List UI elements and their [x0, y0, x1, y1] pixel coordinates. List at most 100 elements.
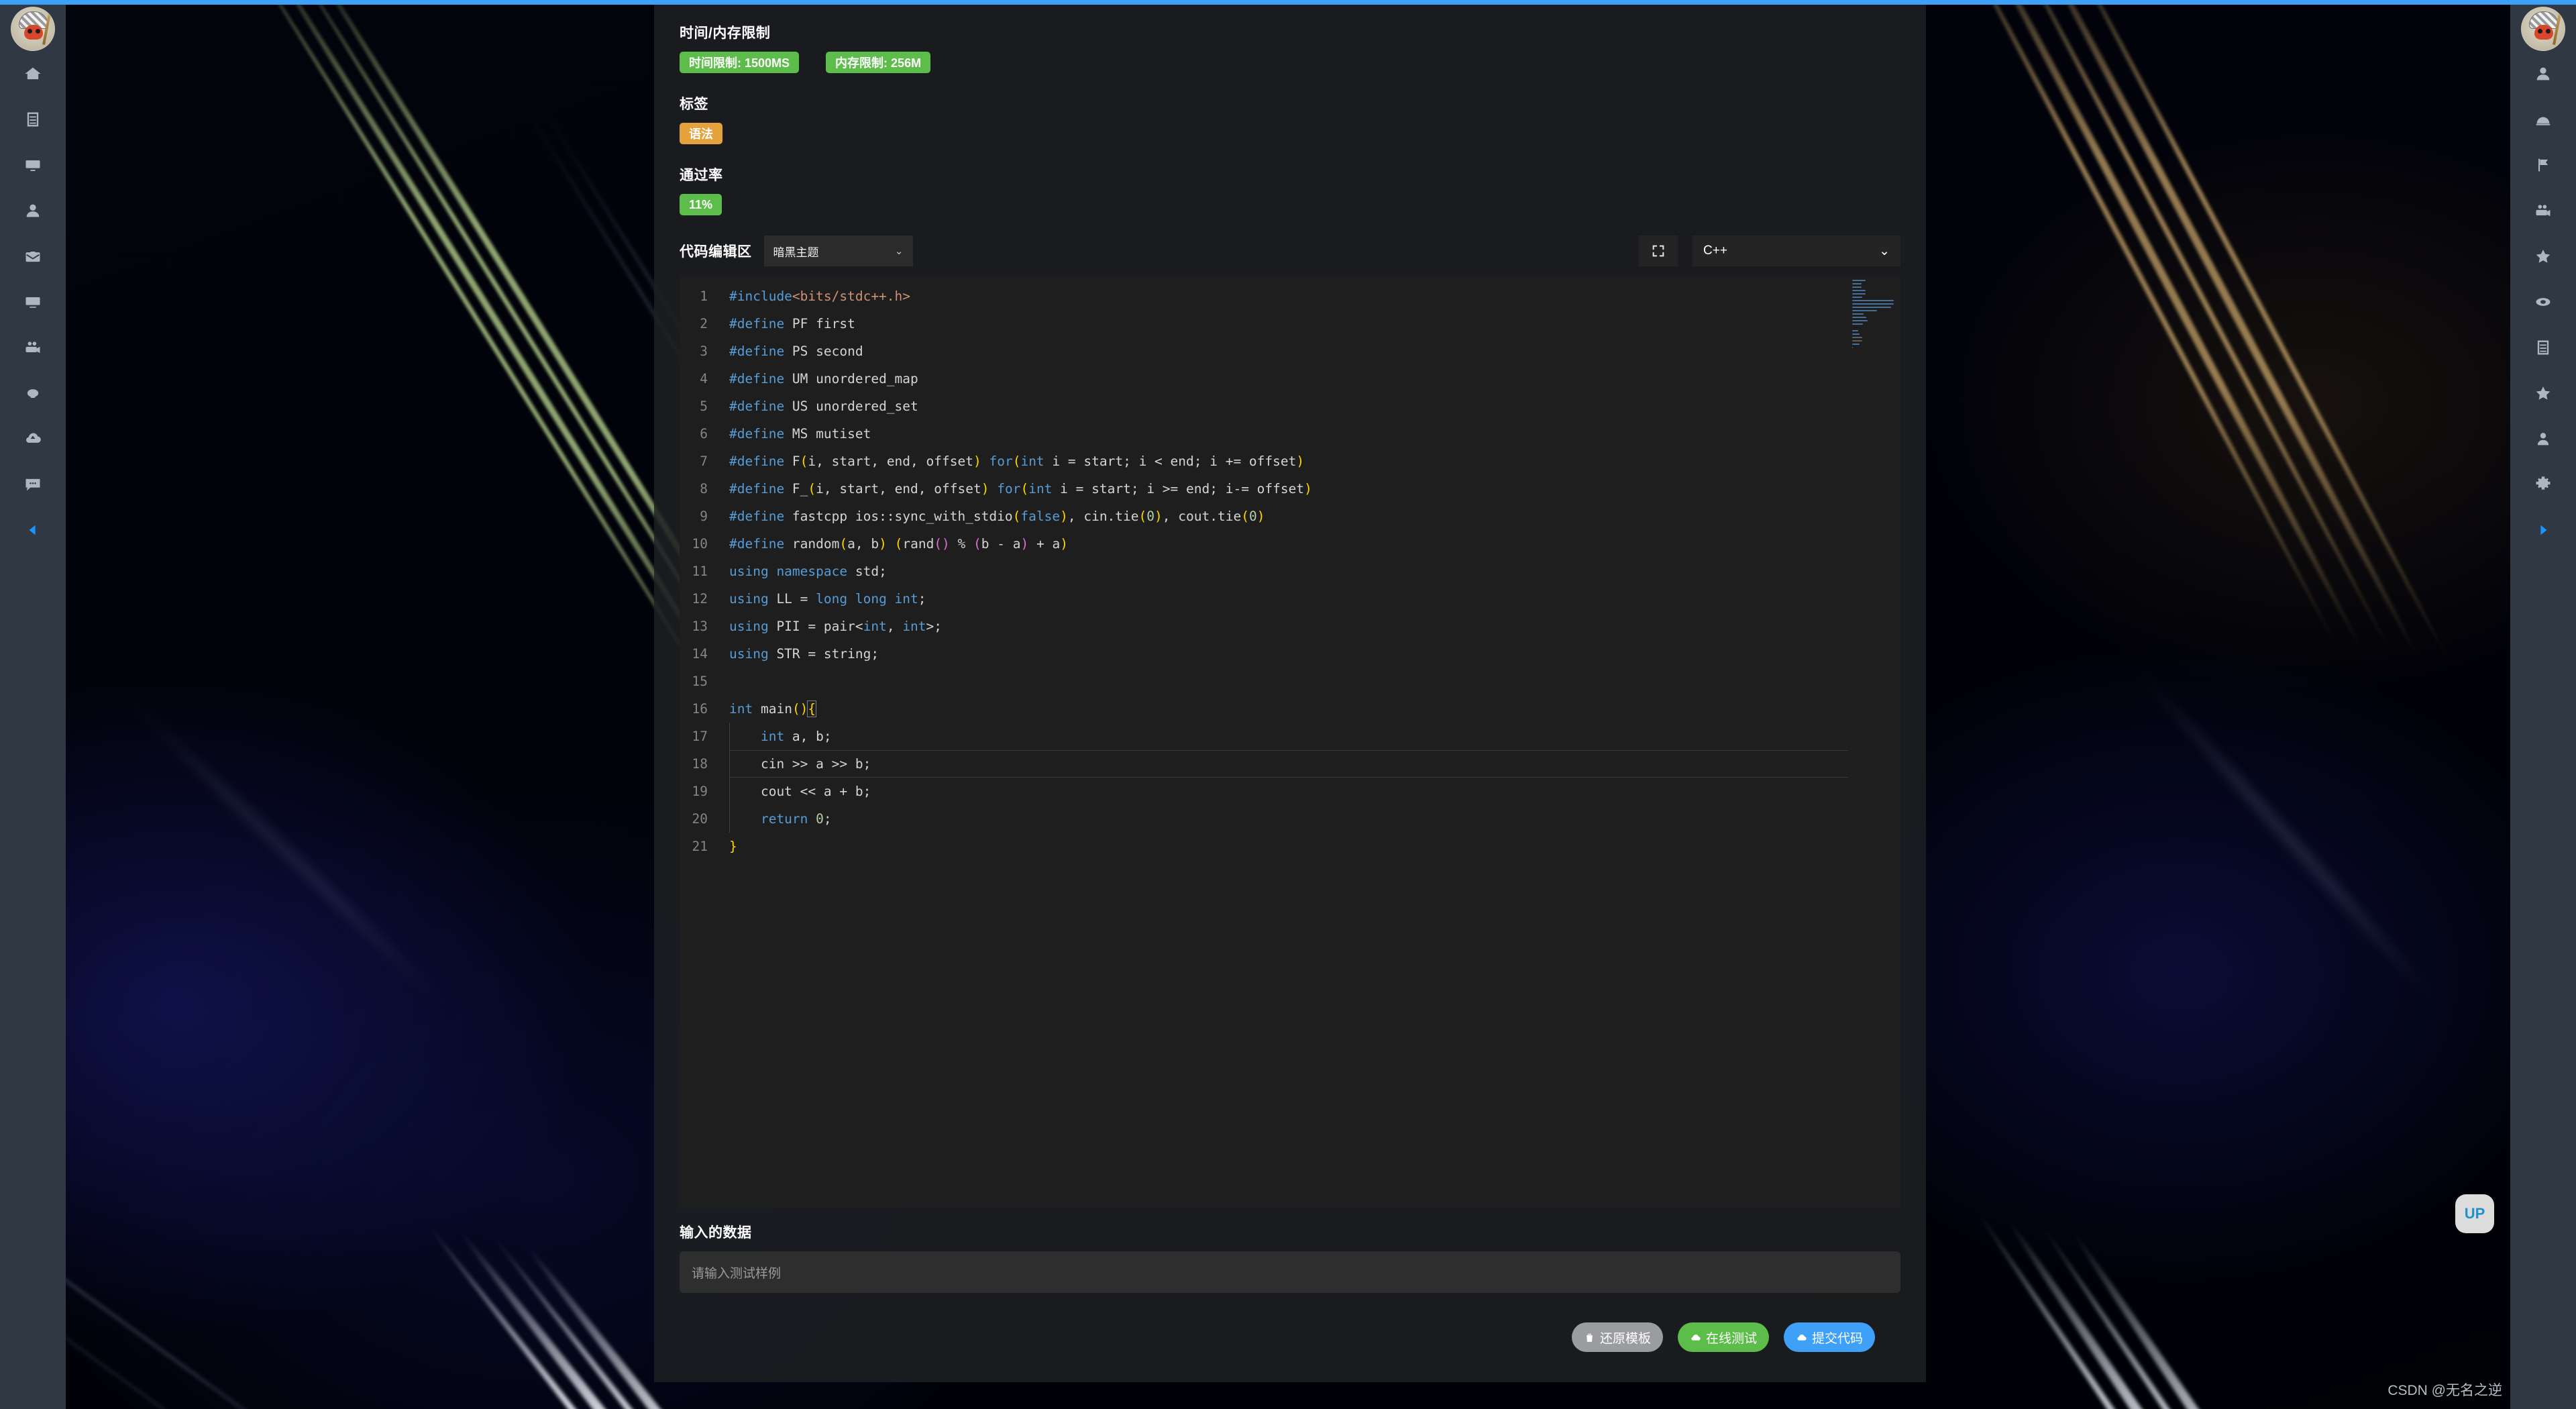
- fullscreen-button[interactable]: [1639, 236, 1678, 266]
- collapse-left-icon[interactable]: [0, 507, 66, 553]
- code-line[interactable]: 7 #define F(i, start, end, offset) for(in…: [680, 448, 1900, 475]
- code-token: int: [729, 729, 785, 744]
- code-token: using namespace: [729, 564, 848, 579]
- code-token: (: [808, 481, 816, 497]
- flag-icon[interactable]: [2510, 142, 2576, 188]
- line-content: }: [729, 833, 737, 860]
- language-select[interactable]: C++ ⌄: [1693, 236, 1900, 266]
- code-line[interactable]: 6 #define MS mutiset: [680, 420, 1900, 448]
- home-icon[interactable]: [0, 51, 66, 97]
- code-line[interactable]: 11 using namespace std;: [680, 558, 1900, 585]
- left-avatar[interactable]: [11, 7, 55, 51]
- briefcase-icon[interactable]: [0, 233, 66, 279]
- code-line[interactable]: 9 #define fastcpp ios::sync_with_stdio(fa…: [680, 503, 1900, 530]
- code-token: (: [839, 536, 848, 552]
- code-line[interactable]: 15: [680, 668, 1900, 695]
- code-line[interactable]: 18 cin >> a >> b;: [680, 750, 1900, 778]
- submit-code-button[interactable]: 提交代码: [1783, 1322, 1875, 1352]
- code-token: #define: [729, 316, 785, 331]
- minimap-line: [1852, 307, 1891, 308]
- code-line[interactable]: 3 #define PS second: [680, 337, 1900, 365]
- code-token: >;: [926, 619, 943, 634]
- chat-icon[interactable]: [0, 462, 66, 507]
- clipboard-icon[interactable]: [2510, 325, 2576, 370]
- code-token: #include: [729, 289, 792, 304]
- online-test-button[interactable]: 在线测试: [1677, 1322, 1769, 1352]
- code-line[interactable]: 10 #define random(a, b) (rand() % (b - a)…: [680, 530, 1900, 558]
- code-lines[interactable]: 1 #include<bits/stdc++.h> 2 #define PF firs…: [680, 276, 1900, 860]
- minimap-line: [1852, 320, 1868, 321]
- right-avatar[interactable]: [2521, 7, 2565, 51]
- lifebuoy-icon[interactable]: [2510, 279, 2576, 325]
- line-content: return 0;: [729, 805, 832, 833]
- code-token: ;: [918, 591, 926, 607]
- minimap-line: [1852, 290, 1866, 291]
- code-line[interactable]: 1 #include<bits/stdc++.h>: [680, 282, 1900, 310]
- theme-select[interactable]: 暗黑主题 ⌄: [763, 236, 913, 266]
- code-line[interactable]: 13 using PII = pair<int, int>;: [680, 613, 1900, 640]
- code-token: PF first: [784, 316, 855, 331]
- code-line[interactable]: 17 int a, b;: [680, 723, 1900, 750]
- line-number: 5: [700, 399, 708, 414]
- code-editor[interactable]: 1 #include<bits/stdc++.h> 2 #define PF firs…: [680, 276, 1900, 1208]
- monitor-icon[interactable]: [0, 142, 66, 188]
- code-line[interactable]: 19 cout << a + b;: [680, 778, 1900, 805]
- gear-icon[interactable]: [2510, 462, 2576, 507]
- code-token: STR = string;: [768, 646, 879, 662]
- code-line[interactable]: 2 #define PF first: [680, 310, 1900, 337]
- pass-rate-badge: 11%: [680, 194, 722, 215]
- code-line[interactable]: 4 #define UM unordered_map: [680, 365, 1900, 393]
- user-icon[interactable]: [2510, 416, 2576, 462]
- line-content: #define fastcpp ios::sync_with_stdio(fal…: [729, 503, 1265, 530]
- cloud-upload-icon[interactable]: [0, 416, 66, 462]
- code-line[interactable]: 12 using LL = long long int;: [680, 585, 1900, 613]
- code-token: std;: [847, 564, 887, 579]
- code-token: main: [753, 701, 792, 717]
- user-icon[interactable]: [2510, 51, 2576, 97]
- code-line[interactable]: 20 return 0;: [680, 805, 1900, 833]
- code-line[interactable]: 16 int main(){: [680, 695, 1900, 723]
- code-token: , cout.tie: [1162, 509, 1242, 524]
- star-icon[interactable]: [2510, 233, 2576, 279]
- light-streak: [1927, 0, 2342, 652]
- cloud-icon: [1691, 1334, 1701, 1341]
- screen-icon[interactable]: [0, 279, 66, 325]
- minimap-line: [1852, 347, 1853, 348]
- tags-title: 标签: [680, 97, 708, 112]
- code-token: ): [1155, 509, 1163, 524]
- bell-icon[interactable]: [2510, 97, 2576, 142]
- submit-code-label: 提交代码: [1811, 1331, 1863, 1346]
- code-line[interactable]: 8 #define F_(i, start, end, offset) for(i…: [680, 475, 1900, 503]
- code-token: (): [934, 536, 950, 552]
- code-token: long long int: [816, 591, 918, 607]
- code-token: <bits/stdc++.h>: [792, 289, 911, 304]
- code-line[interactable]: 21}: [680, 833, 1900, 860]
- video-camera-icon[interactable]: [0, 325, 66, 370]
- code-line[interactable]: 5 #define US unordered_set: [680, 393, 1900, 420]
- editor-minimap[interactable]: [1848, 276, 1900, 1208]
- code-token: (: [973, 536, 981, 552]
- collapse-right-icon[interactable]: [2510, 507, 2576, 553]
- scroll-to-top-button[interactable]: UP: [2455, 1194, 2494, 1233]
- code-token: int: [863, 619, 887, 634]
- minimap-line: [1852, 317, 1867, 318]
- tag-badge[interactable]: 语法: [680, 123, 722, 144]
- line-content: #define F(i, start, end, offset) for(int…: [729, 448, 1304, 475]
- code-token: 0: [816, 811, 824, 827]
- input-data-field[interactable]: 请输入测试样例: [680, 1251, 1900, 1293]
- clipboard-icon[interactable]: [0, 97, 66, 142]
- star-icon[interactable]: [2510, 370, 2576, 416]
- line-content: #define random(a, b) (rand() % (b - a) +…: [729, 530, 1068, 558]
- limits-title: 时间/内存限制: [680, 25, 771, 41]
- code-line[interactable]: 14 using STR = string;: [680, 640, 1900, 668]
- minimap-line: [1852, 330, 1859, 331]
- input-data-block: 输入的数据 请输入测试样例 还原模板 在线测试 提交代码: [654, 1222, 1926, 1352]
- code-token: }: [729, 839, 737, 854]
- user-icon[interactable]: [0, 188, 66, 233]
- lightbulb-icon[interactable]: [0, 370, 66, 416]
- video-camera-icon[interactable]: [2510, 188, 2576, 233]
- code-token: using: [729, 619, 769, 634]
- restore-template-button[interactable]: 还原模板: [1571, 1322, 1663, 1352]
